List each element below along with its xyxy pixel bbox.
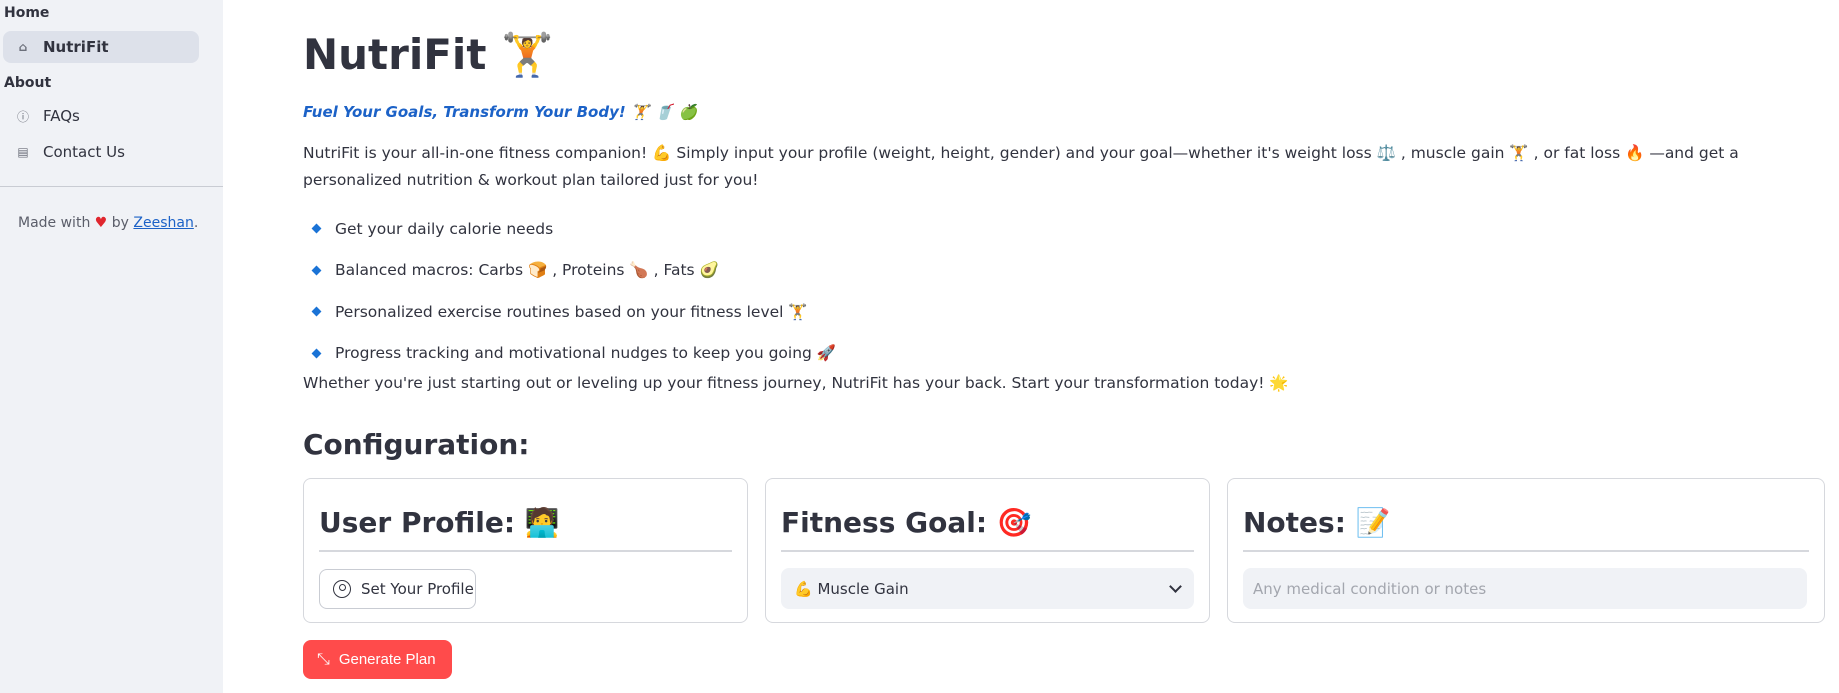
fitness-goal-card: Fitness Goal: 🎯 💪 Muscle Gain — [765, 478, 1210, 623]
configuration-heading: Configuration: — [303, 428, 530, 461]
diamond-bullet-icon — [311, 223, 322, 234]
fitness-goal-select[interactable]: 💪 Muscle Gain — [781, 568, 1194, 609]
footer-prefix: Made with — [18, 215, 91, 231]
home-icon: ⌂ — [18, 40, 28, 54]
list-item: Balanced macros: Carbs 🍞 , Proteins 🍗 , … — [308, 250, 836, 292]
author-link[interactable]: Zeeshan — [133, 215, 193, 231]
set-profile-button[interactable]: Set Your Profile — [319, 569, 476, 609]
sidebar-item-label: FAQs — [43, 107, 80, 125]
set-profile-label: Set Your Profile — [361, 580, 474, 598]
expand-icon: ⤡ — [317, 650, 330, 668]
list-item: Get your daily calorie needs — [308, 208, 836, 250]
card-divider — [1243, 550, 1809, 552]
generate-plan-button[interactable]: ⤡ Generate Plan — [303, 640, 452, 679]
tagline: Fuel Your Goals, Transform Your Body! 🏋️… — [303, 103, 698, 121]
help-circle-icon: ⓘ — [16, 109, 29, 124]
list-item: Personalized exercise routines based on … — [308, 291, 836, 333]
document-icon: ▤ — [17, 145, 29, 159]
user-circle-icon — [333, 580, 351, 598]
heart-icon: ♥ — [94, 215, 108, 231]
sidebar-item-faqs[interactable]: ⓘ FAQs — [3, 100, 199, 132]
card-divider — [781, 550, 1194, 552]
footer-suffix: . — [193, 215, 199, 231]
outro-paragraph: Whether you're just starting out or leve… — [303, 374, 1289, 392]
user-profile-title: User Profile: 🧑‍💻 — [319, 506, 560, 539]
notes-card: Notes: 📝 — [1227, 478, 1825, 623]
sidebar: Home ⌂ NutriFit About ⓘ FAQs ▤ Contact U… — [0, 0, 223, 693]
sidebar-item-label: NutriFit — [43, 38, 109, 56]
sidebar-divider — [0, 186, 223, 187]
sidebar-footer: Made with ♥ by Zeeshan. — [18, 215, 198, 231]
card-divider — [319, 550, 732, 552]
intro-paragraph: NutriFit is your all-in-one fitness comp… — [303, 144, 1739, 189]
diamond-bullet-icon — [311, 265, 322, 276]
diamond-bullet-icon — [311, 348, 322, 359]
chevron-down-icon — [1169, 579, 1182, 593]
sidebar-header-about: About — [4, 75, 52, 91]
fitness-goal-value: 💪 Muscle Gain — [794, 579, 909, 598]
feature-list: Get your daily calorie needs Balanced ma… — [308, 208, 836, 374]
user-profile-card: User Profile: 🧑‍💻 Set Your Profile — [303, 478, 748, 623]
list-item: Progress tracking and motivational nudge… — [308, 333, 836, 375]
footer-by: by — [111, 215, 129, 231]
notes-title: Notes: 📝 — [1243, 506, 1391, 539]
diamond-bullet-icon — [311, 306, 322, 317]
sidebar-item-contact[interactable]: ▤ Contact Us — [3, 136, 199, 168]
notes-input[interactable] — [1243, 568, 1807, 609]
page-title: NutriFit 🏋️ — [303, 30, 554, 79]
generate-plan-label: Generate Plan — [338, 651, 436, 668]
sidebar-item-label: Contact Us — [43, 143, 125, 161]
sidebar-header-home: Home — [4, 5, 50, 21]
sidebar-item-nutrifit[interactable]: ⌂ NutriFit — [3, 31, 199, 63]
fitness-goal-title: Fitness Goal: 🎯 — [781, 506, 1032, 539]
